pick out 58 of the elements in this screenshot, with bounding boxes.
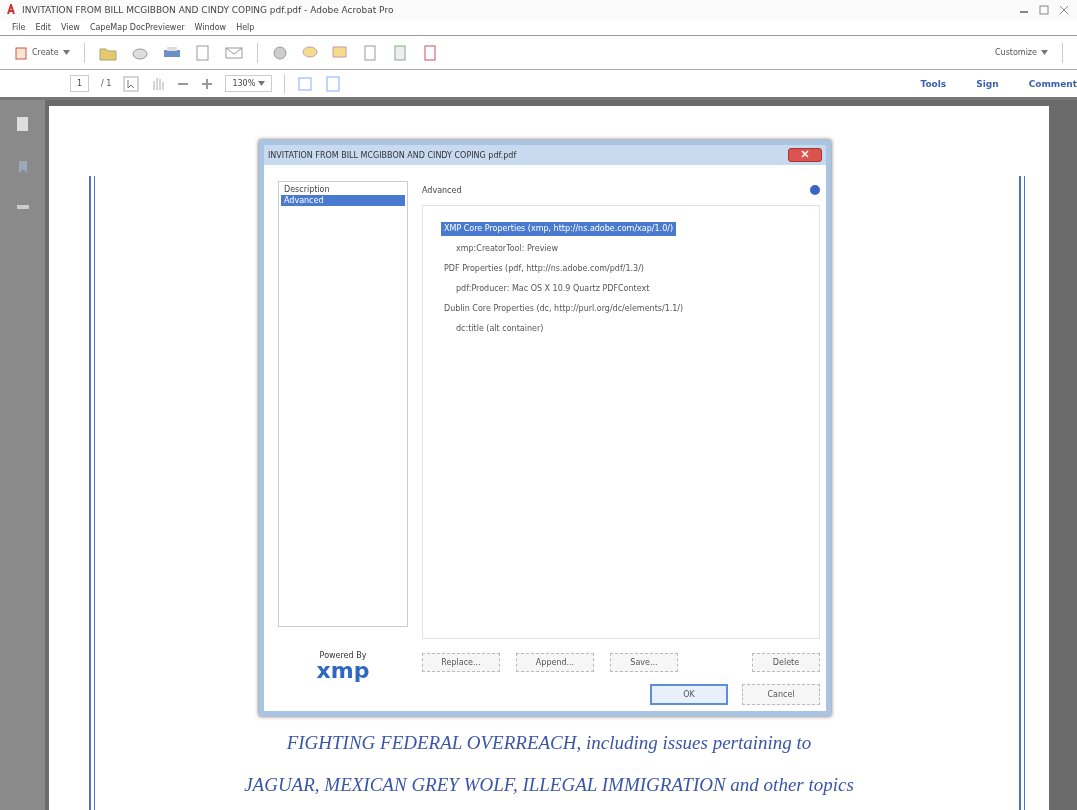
envelope-icon[interactable] <box>224 45 243 60</box>
caret-icon <box>257 81 265 86</box>
caret-icon <box>62 50 70 55</box>
action-button[interactable]: Save... <box>610 653 678 672</box>
pages-icon[interactable] <box>15 116 30 132</box>
document-text: JAGUAR, MEXICAN GREY WOLF, ILLEGAL IMMIGRATION and other topics <box>243 774 855 796</box>
menu-item[interactable]: File <box>12 23 26 32</box>
menu-item[interactable]: View <box>60 23 80 32</box>
tree-item[interactable]: XMP Core Properties (xmp, http://ns.adobe.com/xap/1.0/) <box>441 222 677 236</box>
close-icon <box>801 150 809 158</box>
dialog-button[interactable]: Cancel <box>742 684 820 705</box>
maximize-icon[interactable] <box>1037 4 1051 16</box>
dialog-title: INVITATION FROM BILL MCGIBBON AND CINDY COPING pdf.pdf <box>268 150 517 160</box>
window-title: INVITATION FROM BILL MCGIBBON AND CINDY COPING pdf.pdf - Adobe Acrobat Pro <box>22 5 395 15</box>
acrobat-logo-icon <box>6 4 16 16</box>
bookmark-icon[interactable] <box>17 160 28 174</box>
zoom-field[interactable]: 130% <box>225 75 272 92</box>
page-count: / 1 <box>101 79 112 88</box>
tree-item[interactable]: xmp:CreatorTool: Preview <box>453 242 562 256</box>
tree-item[interactable]: pdf:Producer: Mac OS X 10.9 Quartz PDFContext <box>453 282 653 296</box>
info-icon <box>810 185 820 195</box>
menu-item[interactable]: Edit <box>35 23 51 32</box>
printer-icon[interactable] <box>162 45 181 60</box>
action-button[interactable]: Append... <box>516 653 594 672</box>
pane-link[interactable]: Sign <box>976 78 999 89</box>
fit-page-icon[interactable] <box>296 75 313 92</box>
tree-item[interactable]: PDF Properties (pdf, http://ns.adobe.com/pdf/1.3/) <box>441 262 647 276</box>
speech-bubble-icon[interactable] <box>331 44 348 61</box>
menu-item[interactable]: Window <box>194 23 227 32</box>
action-button[interactable]: Delete <box>752 653 820 672</box>
pane-link[interactable]: Comment <box>1028 78 1077 89</box>
category-item[interactable]: Advanced <box>281 195 405 206</box>
category-item[interactable]: Description <box>281 184 405 195</box>
fit-width-icon[interactable] <box>324 75 341 92</box>
zoom-in-icon[interactable] <box>201 77 214 90</box>
close-button[interactable] <box>788 148 822 162</box>
tree-item[interactable]: Dublin Core Properties (dc, http://purl.org/dc/elements/1.1/) <box>441 302 687 316</box>
pane-link[interactable]: Tools <box>920 78 947 89</box>
section-heading: Advanced <box>422 185 462 195</box>
dialog-button[interactable]: OK <box>650 684 728 705</box>
menu-item[interactable]: CapeMap DocPreviewer <box>89 23 185 32</box>
action-button[interactable]: Replace... <box>422 653 500 672</box>
page-number-field[interactable]: 1 <box>70 75 90 92</box>
document-text: FIGHTING FEDERAL OVERREACH, including issues pertaining to <box>285 732 813 754</box>
document-icon[interactable] <box>361 44 378 61</box>
speech-bubble-icon[interactable] <box>301 44 318 61</box>
create-button[interactable]: Create <box>14 45 70 60</box>
document-icon <box>14 45 28 60</box>
menu-item[interactable]: Help <box>236 23 255 32</box>
document-icon[interactable] <box>391 44 408 61</box>
document-icon[interactable] <box>421 44 438 61</box>
caret-icon <box>1041 50 1048 55</box>
tree-item[interactable]: dc:title (alt container) <box>453 322 547 336</box>
edit-document-icon[interactable] <box>194 44 211 61</box>
xmp-logo: Powered By xmp <box>315 649 371 685</box>
select-cursor-icon[interactable] <box>123 75 140 92</box>
close-icon[interactable] <box>1057 4 1071 16</box>
customize-button[interactable]: Customize <box>995 48 1048 57</box>
